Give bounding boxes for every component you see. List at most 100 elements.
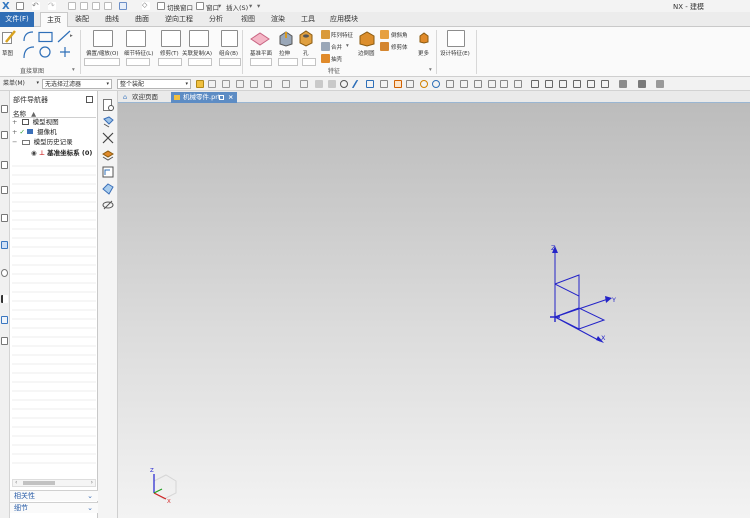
point-on-curve-icon[interactable] (474, 80, 482, 88)
unite-button[interactable]: 合并 (331, 43, 342, 51)
hole-button[interactable]: 孔 (303, 49, 309, 57)
trim-icon[interactable] (161, 30, 181, 47)
associative-copy-icon[interactable] (189, 30, 209, 47)
datum-tool-field[interactable] (250, 58, 272, 66)
tree-item-datum-csys[interactable]: ◉ ⊥ 基准坐标系 (0) (31, 149, 92, 158)
associative-copy-button[interactable]: 关联复制(A) (182, 49, 212, 57)
window-dropdown-icon[interactable]: ▾ (218, 2, 221, 10)
insert-dropdown-icon[interactable]: ▾ (249, 2, 252, 10)
system-scene-icon[interactable] (1, 316, 8, 324)
arc-icon[interactable] (23, 46, 35, 59)
assembly-select-icon[interactable] (250, 80, 258, 88)
tab-assembly[interactable]: 装配 (70, 12, 94, 27)
body-icon[interactable] (315, 80, 323, 88)
face-rule-icon[interactable] (300, 80, 308, 88)
shell-button[interactable]: 抽壳 (331, 55, 342, 63)
pole-icon[interactable] (514, 80, 522, 88)
tab-analysis[interactable]: 分析 (204, 12, 228, 27)
maximize-icon[interactable] (86, 96, 93, 103)
roles-icon[interactable] (1, 295, 8, 303)
tab-curve[interactable]: 曲线 (100, 12, 124, 27)
sketch-icon[interactable] (2, 29, 16, 45)
customize-dropdown-icon[interactable]: ▾ (257, 2, 260, 10)
scroll-right-icon[interactable]: › (91, 479, 93, 486)
rotate-icon[interactable] (559, 80, 567, 88)
sketch-more-icon[interactable]: ▸ (70, 33, 73, 39)
edge-display-icon[interactable] (656, 80, 664, 88)
pan-icon[interactable] (573, 80, 581, 88)
select-icon[interactable] (196, 80, 204, 88)
trim-tool-field[interactable] (158, 58, 182, 66)
bounded-grid-icon[interactable] (500, 80, 508, 88)
design-feature-button[interactable]: 设计特征(E) (440, 49, 470, 57)
detail-tool-field[interactable] (126, 58, 150, 66)
tab-tools[interactable]: 工具 (296, 12, 320, 27)
process-studio-icon[interactable] (1, 269, 8, 277)
detail-feature-button[interactable]: 细节特征(L) (124, 49, 153, 57)
tab-render[interactable]: 渲染 (266, 12, 290, 27)
point-on-face-icon[interactable] (488, 80, 496, 88)
extrude-button[interactable]: 拉伸 (279, 49, 290, 57)
detail-feature-icon[interactable] (126, 30, 146, 47)
point-icon[interactable] (60, 47, 70, 57)
combine-tool-field[interactable] (219, 58, 241, 66)
unite-dropdown-icon[interactable]: ▾ (346, 43, 349, 49)
paste-icon[interactable] (92, 2, 100, 10)
dependencies-section[interactable]: 相关性 ⌄ (10, 490, 98, 501)
more-features-button[interactable]: 更多 (418, 49, 429, 57)
cut-icon[interactable] (68, 2, 76, 10)
scroll-left-icon[interactable]: ‹ (15, 479, 17, 486)
menu-button[interactable]: 菜单(M) ▾ (1, 79, 41, 89)
direct-sketch-dropdown-icon[interactable]: ▾ (72, 67, 75, 73)
delete-icon[interactable] (104, 2, 112, 10)
touch-mode-icon[interactable]: ◇ (142, 2, 150, 10)
history-icon[interactable] (1, 214, 8, 222)
new-document-icon[interactable] (102, 99, 114, 111)
circle-icon[interactable] (39, 46, 51, 58)
copy-icon[interactable] (80, 2, 88, 10)
palette-icon[interactable] (1, 337, 8, 345)
background-icon[interactable] (638, 80, 646, 88)
hide-eye-icon[interactable] (102, 199, 114, 211)
visibility-eye-icon[interactable]: ◉ (31, 149, 37, 157)
profile-icon[interactable] (23, 31, 34, 42)
hole-tool-field[interactable] (302, 58, 316, 66)
chamfer-button[interactable]: 倒斜角 (391, 31, 408, 39)
tab-welcome-page[interactable]: ⌂ 欢迎页面 (120, 92, 168, 103)
offset-scale-button[interactable]: 偏置/缩放(O) (86, 49, 118, 57)
feature-group-dropdown-icon[interactable]: ▾ (429, 67, 432, 73)
tab-surface[interactable]: 曲面 (130, 12, 154, 27)
redo-icon[interactable]: ↷ (48, 2, 56, 10)
offset-scale-icon[interactable] (93, 30, 113, 47)
trim-body-button[interactable]: 修剪体 (391, 43, 408, 51)
edge-blend-button[interactable]: 边倒圆 (358, 49, 375, 57)
repeat-command-icon[interactable] (119, 2, 127, 10)
sketch-button[interactable]: 草图 (2, 49, 13, 57)
hole-icon[interactable] (299, 30, 313, 47)
design-feature-icon[interactable] (447, 30, 465, 47)
datum-plane-icon[interactable] (250, 32, 270, 46)
extrude-tool-field[interactable] (278, 58, 298, 66)
trim-button[interactable]: 修剪(T) (160, 49, 179, 57)
web-browser-icon[interactable] (1, 241, 8, 249)
rectangle-icon[interactable] (38, 31, 53, 43)
selection-scope-select[interactable]: 整个装配 ▾ (117, 79, 191, 89)
select-all-icon[interactable] (236, 80, 244, 88)
pattern-feature-button[interactable]: 阵列特征 (331, 31, 353, 39)
details-section[interactable]: 细节 ⌄ (10, 502, 98, 513)
datum-plane-button[interactable]: 基准平面 (250, 49, 272, 57)
close-tab-icon[interactable]: × (228, 92, 233, 103)
intersection-icon[interactable] (446, 80, 454, 88)
drawing-sheet-icon[interactable] (102, 166, 114, 178)
deselect-icon[interactable] (264, 80, 272, 88)
reuse-library-icon[interactable] (1, 186, 8, 194)
layer-stack-icon[interactable] (102, 149, 114, 161)
part-navigator-icon[interactable] (1, 105, 8, 113)
constraint-navigator-icon[interactable] (1, 161, 8, 169)
switch-window-icon[interactable] (157, 2, 165, 10)
filter-icon[interactable] (222, 80, 230, 88)
tab-part-file[interactable]: 机械零件.prt × (171, 92, 237, 103)
arc-center-icon[interactable] (420, 80, 428, 88)
crosshair-icon[interactable] (340, 80, 348, 88)
midpoint-snap-icon[interactable] (394, 80, 402, 88)
